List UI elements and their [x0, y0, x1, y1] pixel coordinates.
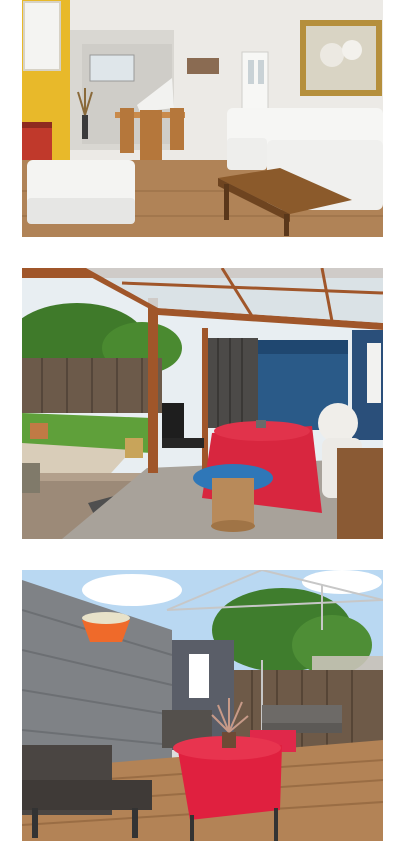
- decking-garden-image: [22, 570, 383, 841]
- living-room-photo[interactable]: [22, 0, 383, 237]
- living-room-image: [22, 0, 383, 237]
- decking-garden-photo[interactable]: [22, 570, 383, 841]
- covered-patio-image: [22, 268, 383, 539]
- covered-patio-photo[interactable]: [22, 268, 383, 539]
- listing-gallery: [0, 0, 400, 866]
